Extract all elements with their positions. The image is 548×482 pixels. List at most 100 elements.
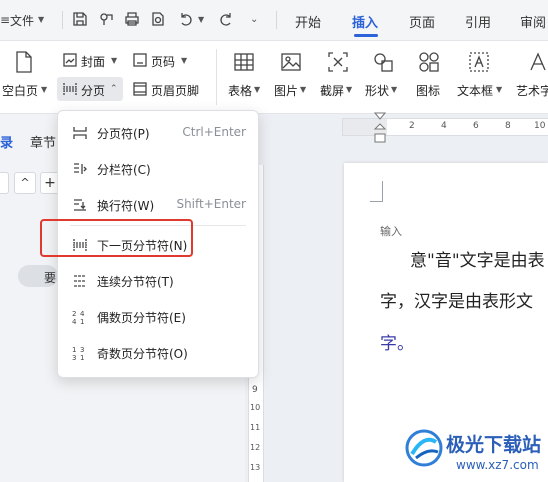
cover-chevron-icon[interactable]: ▼ [111,56,117,65]
tab-page[interactable]: 页面 [409,12,435,31]
ruler-tick: 10 [534,121,546,131]
menu-item-label: 连续分节符(T) [97,275,174,289]
top-menu-bar: ≡ 文件 ▼ ▼ ⌄ 开始 插入 页面 引用 审阅 [0,0,548,41]
page-corner-mark [370,181,383,202]
undo-icon[interactable] [178,11,194,27]
file-menu-chevron-icon[interactable]: ▼ [38,15,44,24]
wordart-icon[interactable] [527,51,548,73]
document-line[interactable]: 意"音"文字是由表 [410,246,545,271]
menu-item-label: 换行符(W) [97,199,155,213]
picture-button[interactable]: 图片 [274,82,298,99]
menu-icon[interactable]: ≡ [0,13,10,27]
table-icon[interactable] [233,51,255,73]
ruler-tick: 8 [505,121,511,131]
svg-text:2: 2 [72,310,76,318]
move-up-button[interactable]: ^ [14,172,36,194]
blank-page-icon[interactable] [14,51,34,73]
print-icon[interactable] [124,11,140,27]
menu-item-continuous-section-break[interactable]: 连续分节符(T) [58,265,258,297]
shape-button[interactable]: 形状 [365,82,389,99]
print-preview-icon[interactable] [150,11,166,27]
svg-text:1: 1 [72,346,76,354]
menu-item-label: 偶数页分节符(E) [97,311,186,325]
cover-button[interactable]: 封面 [81,53,105,70]
undo-chevron-icon[interactable]: ▼ [198,15,204,24]
menu-item-label: 分栏符(C) [97,163,151,177]
watermark-url: www.xz7.com [456,458,539,472]
redo-icon[interactable] [218,11,234,27]
menu-item-odd-page-section-break[interactable]: 1331 奇数页分节符(O) [58,337,258,369]
horizontal-ruler[interactable]: 2 4 6 8 10 [342,118,548,136]
shape-chevron-icon[interactable]: ▼ [391,85,397,94]
ruler-tick: 12 [250,443,261,452]
page-break-button[interactable]: 分页 [81,82,105,99]
save-icon[interactable] [72,11,88,27]
document-line[interactable]: 字，汉字是由表形文 [380,287,533,312]
ruler-tick: 13 [250,463,261,472]
outline-pill-label: 要 [44,271,57,285]
page-number-chevron-icon[interactable]: ▼ [181,56,187,65]
cover-icon[interactable] [62,52,78,68]
tab-toc[interactable]: 录 [0,132,13,151]
table-button[interactable]: 表格 [228,82,252,99]
page-break-icon[interactable] [62,81,78,97]
highlight-box [40,219,193,257]
header-footer-icon[interactable] [132,81,148,97]
menu-item-shortcut: Ctrl+Enter [182,125,246,139]
page-number-icon[interactable] [132,52,148,68]
picture-icon[interactable] [280,51,302,73]
export-icon[interactable] [98,11,114,27]
menu-item-even-page-section-break[interactable]: 2441 偶数页分节符(E) [58,301,258,333]
menu-item-page-break[interactable]: 分页符(P) Ctrl+Enter [58,117,258,149]
ruler-tick: 2 [409,121,415,131]
svg-text:1: 1 [80,318,84,325]
document-line[interactable]: 字。 [380,329,414,354]
wordart-button[interactable]: 艺术字 [516,82,548,99]
page-number-button[interactable]: 页码 [151,53,175,70]
more-chevron-icon[interactable]: ⌄ [250,14,258,25]
blank-page-chevron-icon[interactable]: ▼ [41,85,47,94]
menu-item-line-break[interactable]: 换行符(W) Shift+Enter [58,189,258,221]
tab-insert[interactable]: 插入 [352,12,378,31]
collapse-button[interactable] [0,172,9,194]
screenshot-chevron-icon[interactable]: ▼ [346,85,352,94]
menu-item-column-break[interactable]: 分栏符(C) [58,153,258,185]
tab-review[interactable]: 审阅 [520,12,546,31]
ruler-tick: 4 [441,121,447,131]
svg-text:4: 4 [80,310,85,318]
icon-button[interactable]: 图标 [416,82,440,99]
indent-marker-icon[interactable] [374,112,386,144]
divider [62,11,63,29]
even-page-section-break-icon: 2 44 1 [72,310,85,325]
blank-page-button[interactable]: 空白页 [2,82,38,99]
page-break-chevron-icon[interactable]: ⌃ [110,84,118,94]
icon-library-icon[interactable] [418,51,440,73]
odd-page-section-break-icon: 1 33 1 [72,346,84,361]
svg-text:4: 4 [72,318,77,325]
page-break-icon [73,127,87,139]
continuous-section-break-icon [74,275,86,287]
textbox-chevron-icon[interactable]: ▼ [496,85,502,94]
watermark-logo-icon [405,429,443,467]
ruler-tick: 11 [250,423,261,432]
menu-item-label: 奇数页分节符(O) [97,347,188,361]
tab-home[interactable]: 开始 [295,12,321,31]
ruler-tick: 6 [473,121,479,131]
ribbon-toolbar: 空白页 ▼ 封面 ▼ 分页 ⌃ 页码 ▼ 页眉页脚 表格 ▼ 图片 ▼ 截屏 ▼… [0,41,548,114]
svg-text:3: 3 [72,354,76,361]
svg-text:1: 1 [80,354,84,361]
textbox-icon[interactable] [468,51,490,73]
file-menu[interactable]: 文件 [10,12,34,29]
header-footer-button[interactable]: 页眉页脚 [151,82,199,99]
line-break-icon [74,199,86,211]
tab-references[interactable]: 引用 [465,12,491,31]
screenshot-button[interactable]: 截屏 [320,82,344,99]
picture-chevron-icon[interactable]: ▼ [300,85,306,94]
shape-icon[interactable] [372,51,394,73]
watermark: 极光下载站 www.xz7.com [404,422,544,480]
tab-chapter[interactable]: 章节 [30,132,56,151]
table-chevron-icon[interactable]: ▼ [254,85,260,94]
textbox-button[interactable]: 文本框 [457,82,493,99]
screenshot-icon[interactable] [327,51,349,73]
divider [216,49,217,105]
